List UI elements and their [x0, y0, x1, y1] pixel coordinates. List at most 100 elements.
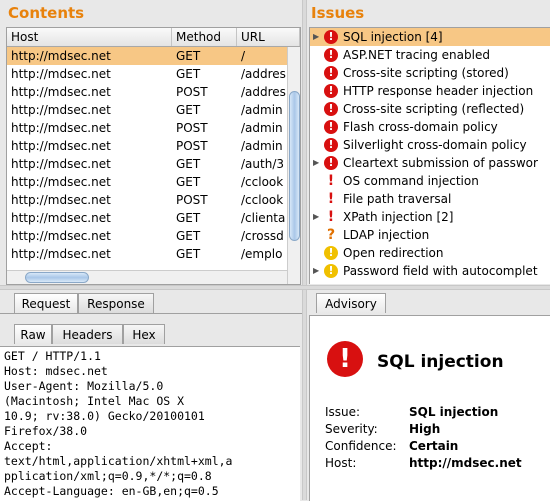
table-row[interactable]: http://mdsec.net GET/cclook — [7, 173, 287, 191]
issue-item[interactable]: ▶! SQL injection [4] — [310, 28, 550, 46]
raw-line: Accept: — [4, 439, 53, 453]
table-row[interactable]: http://mdsec.net GET/addres — [7, 65, 287, 83]
low-severity-icon: ? — [326, 227, 336, 243]
tab-raw[interactable]: Raw — [14, 324, 52, 344]
expand-arrow-icon[interactable]: ▶ — [313, 154, 319, 172]
high-severity-icon: ! — [324, 120, 338, 134]
med-severity-icon: ! — [327, 173, 335, 189]
issue-label: Cross-site scripting (reflected) — [343, 102, 525, 116]
host-cell: http://mdsec.net — [11, 103, 111, 117]
url-cell: /admin — [241, 103, 283, 117]
host-cell: http://mdsec.net — [11, 49, 111, 63]
issues-tree[interactable]: ▶! SQL injection [4]! ASP.NET tracing enab… — [309, 27, 550, 284]
table-row[interactable]: http://mdsec.net GET/clienta — [7, 209, 287, 227]
column-url[interactable]: URL — [237, 28, 300, 46]
contents-header: Host Method URL — [7, 28, 300, 47]
table-row[interactable]: http://mdsec.net GET/auth/3 — [7, 155, 287, 173]
issue-label: File path traversal — [343, 192, 452, 206]
tab-headers[interactable]: Headers — [52, 324, 123, 344]
expand-arrow-icon[interactable]: ▶ — [313, 208, 319, 226]
contents-table[interactable]: Host Method URL http://mdsec.net GET / http… — [6, 27, 301, 285]
host-cell: http://mdsec.net — [11, 211, 111, 225]
table-row[interactable]: http://mdsec.net POST/cclook — [7, 191, 287, 209]
advisory-field-key: Host: — [325, 456, 357, 470]
issue-item[interactable]: ! Open redirection — [310, 244, 550, 262]
issue-item[interactable]: ▶! Cleartext submission of passwor — [310, 154, 550, 172]
table-row[interactable]: http://mdsec.net GET / — [7, 47, 287, 65]
advisory-field-key: Severity: — [325, 422, 378, 436]
high-severity-icon: ! — [324, 102, 338, 116]
issue-item[interactable]: ! ASP.NET tracing enabled — [310, 46, 550, 64]
url-cell: /addres — [241, 85, 286, 99]
issue-item[interactable]: ! Cross-site scripting (stored) — [310, 64, 550, 82]
table-row[interactable]: http://mdsec.net GET/crossd — [7, 227, 287, 245]
expand-arrow-icon[interactable]: ▶ — [313, 28, 319, 46]
issue-item[interactable]: ! Silverlight cross-domain policy — [310, 136, 550, 154]
method-cell: GET — [176, 49, 201, 63]
host-cell: http://mdsec.net — [11, 229, 111, 243]
method-cell: POST — [176, 85, 208, 99]
method-cell: GET — [176, 211, 201, 225]
host-cell: http://mdsec.net — [11, 175, 111, 189]
vertical-splitter[interactable] — [302, 0, 307, 500]
issue-label: HTTP response header injection — [343, 84, 534, 98]
column-host[interactable]: Host — [7, 28, 172, 46]
url-cell: /addres — [241, 67, 286, 81]
method-cell: GET — [176, 175, 201, 189]
med-severity-icon: ! — [327, 191, 335, 207]
contents-horizontal-scrollbar[interactable] — [7, 270, 287, 284]
method-cell: GET — [176, 247, 201, 261]
contents-vertical-scrollbar[interactable] — [287, 47, 300, 284]
tab-request[interactable]: Request — [14, 293, 78, 313]
high-severity-icon: ! — [324, 48, 338, 62]
horizontal-splitter[interactable] — [0, 285, 550, 290]
raw-line: User-Agent: Mozilla/5.0 — [4, 379, 164, 393]
issue-item[interactable]: ! HTTP response header injection — [310, 82, 550, 100]
issue-item[interactable]: ! OS command injection — [310, 172, 550, 190]
high-severity-icon: ! — [324, 138, 338, 152]
url-cell: /auth/3 — [241, 157, 284, 171]
raw-line: Firefox/38.0 — [4, 424, 88, 438]
raw-line: Accept-Language: en-GB,en;q=0.5 — [4, 484, 219, 498]
issue-item[interactable]: ! Flash cross-domain policy — [310, 118, 550, 136]
host-cell: http://mdsec.net — [11, 121, 111, 135]
url-cell: /admin — [241, 139, 283, 153]
issue-label: Silverlight cross-domain policy — [343, 138, 527, 152]
tab-advisory[interactable]: Advisory — [316, 293, 386, 313]
tab-response[interactable]: Response — [78, 293, 154, 313]
issue-label: Flash cross-domain policy — [343, 120, 498, 134]
table-row[interactable]: http://mdsec.net POST/addres — [7, 83, 287, 101]
issue-item[interactable]: ! Cross-site scripting (reflected) — [310, 100, 550, 118]
advisory-field-value: High — [409, 422, 441, 436]
scrollbar-thumb[interactable] — [25, 272, 89, 283]
issue-item[interactable]: ! File path traversal — [310, 190, 550, 208]
advisory-heading: SQL injection — [377, 352, 504, 372]
table-row[interactable]: http://mdsec.net POST/admin — [7, 119, 287, 137]
expand-arrow-icon[interactable]: ▶ — [313, 262, 319, 280]
column-method[interactable]: Method — [172, 28, 237, 46]
method-cell: POST — [176, 139, 208, 153]
issue-item[interactable]: ▶! Password field with autocomplet — [310, 262, 550, 280]
advisory-field-value: Certain — [409, 439, 459, 453]
issue-item[interactable]: ? LDAP injection — [310, 226, 550, 244]
tab-underline — [0, 313, 302, 314]
url-cell: /cclook — [241, 175, 284, 189]
host-cell: http://mdsec.net — [11, 193, 111, 207]
issue-label: ASP.NET tracing enabled — [343, 48, 490, 62]
host-cell: http://mdsec.net — [11, 139, 111, 153]
raw-request-editor[interactable]: GET / HTTP/1.1 Host: mdsec.net User-Agent:… — [0, 346, 300, 501]
issues-title: Issues — [311, 4, 365, 22]
tab-hex[interactable]: Hex — [123, 324, 165, 344]
issue-label: XPath injection [2] — [343, 210, 454, 224]
url-cell: /crossd — [241, 229, 284, 243]
issue-item[interactable]: ▶! XPath injection [2] — [310, 208, 550, 226]
raw-line: 10.9; rv:38.0) Gecko/20100101 — [4, 409, 205, 423]
high-severity-icon: ! — [324, 156, 338, 170]
high-severity-icon: ! — [324, 66, 338, 80]
scrollbar-thumb[interactable] — [289, 91, 300, 241]
advisory-field-key: Confidence: — [325, 439, 397, 453]
table-row[interactable]: http://mdsec.net GET/emplo — [7, 245, 287, 263]
table-row[interactable]: http://mdsec.net POST/admin — [7, 137, 287, 155]
table-row[interactable]: http://mdsec.net GET/admin — [7, 101, 287, 119]
high-severity-icon: ! — [327, 341, 363, 377]
